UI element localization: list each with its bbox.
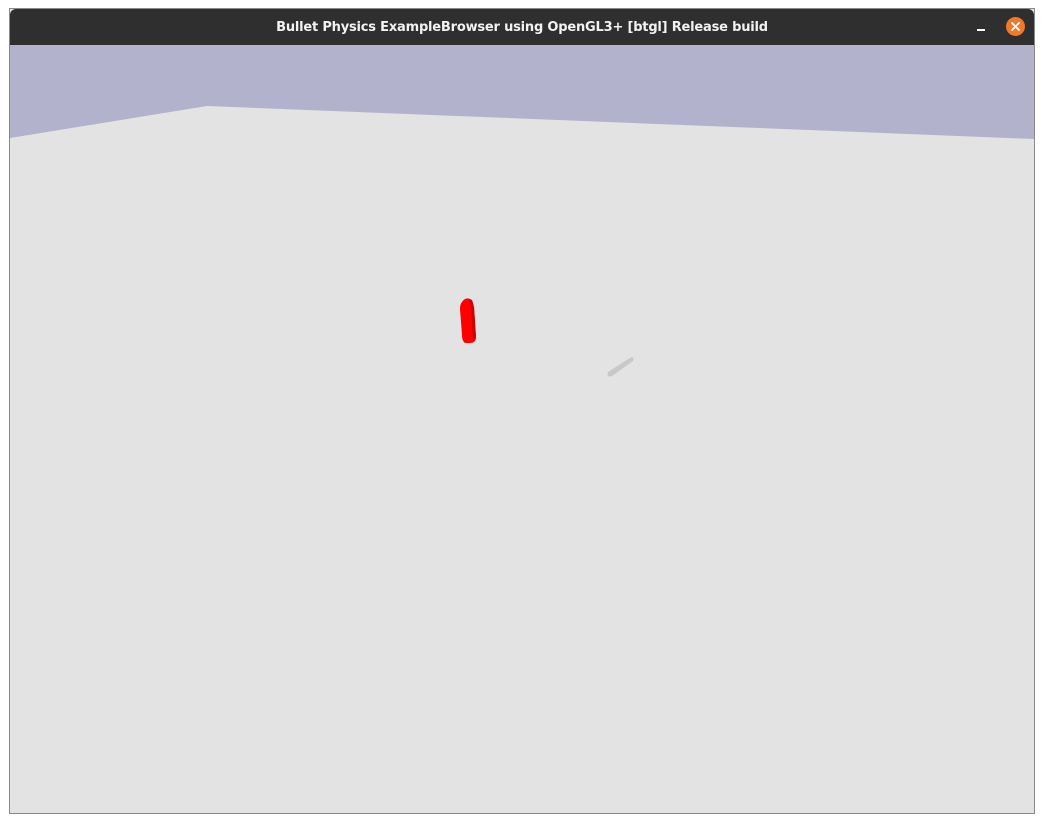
app-window: Bullet Physics ExampleBrowser using Open…	[9, 8, 1035, 814]
minimize-button[interactable]	[972, 18, 990, 36]
ground-plane	[10, 106, 1034, 813]
title-bar[interactable]: Bullet Physics ExampleBrowser using Open…	[10, 9, 1034, 45]
window-title: Bullet Physics ExampleBrowser using Open…	[276, 19, 768, 35]
opengl-viewport[interactable]	[10, 45, 1034, 813]
close-button[interactable]	[1006, 17, 1025, 36]
close-icon	[1011, 22, 1020, 31]
minimize-icon	[977, 29, 985, 31]
